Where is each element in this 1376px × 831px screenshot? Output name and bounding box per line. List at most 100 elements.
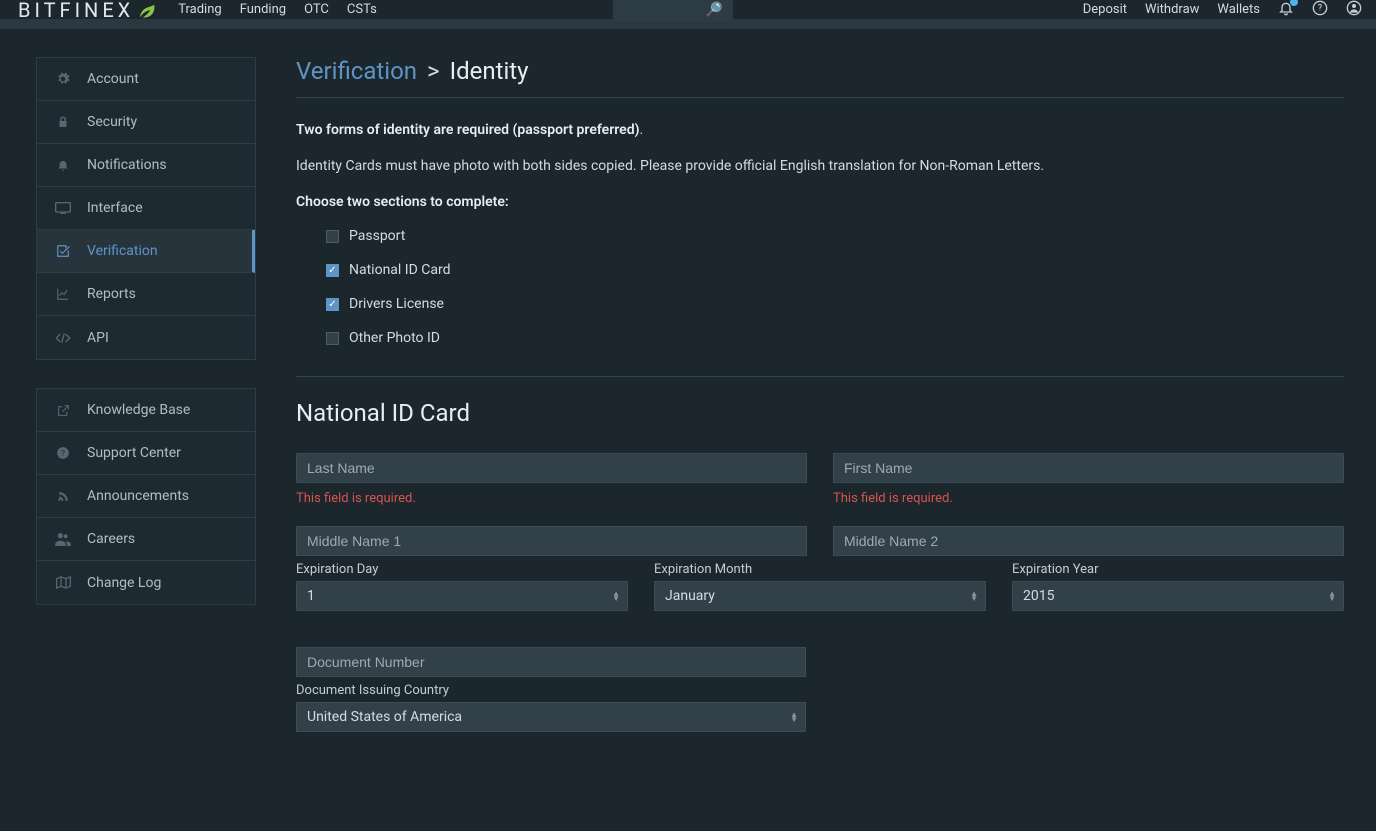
checkbox-passport[interactable] [326,230,339,243]
issuing-country-label: Document Issuing Country [296,683,806,698]
user-icon[interactable] [1346,0,1362,20]
sidebar-group-help: Knowledge Base ? Support Center Announce… [36,388,256,605]
breadcrumb-separator: > [427,57,440,85]
sidebar-item-announcements[interactable]: Announcements [37,475,255,518]
sidebar-item-label: Support Center [87,445,181,461]
checkbox-label: Drivers License [349,296,444,312]
sidebar-item-label: Announcements [87,488,189,504]
search-icon: 🔍 [705,2,722,18]
exp-year-label: Expiration Year [1012,562,1344,577]
select-arrows-icon: ▲▼ [1328,591,1336,601]
notification-dot-icon [1290,0,1298,6]
sidebar-item-label: Careers [87,531,135,547]
id-type-checklist: Passport ✓ National ID Card ✓ Drivers Li… [296,228,1344,346]
info-line-2: Identity Cards must have photo with both… [296,158,1344,174]
check-square-icon [55,244,71,258]
checkbox-other-id[interactable] [326,332,339,345]
select-arrows-icon: ▲▼ [612,591,620,601]
document-number-field[interactable] [296,647,806,677]
middle-name-2-field[interactable] [833,526,1344,556]
exp-day-select[interactable]: 1 ▲▼ [296,581,628,611]
monitor-icon [55,202,71,214]
main-content: Verification > Identity Two forms of ide… [296,57,1362,732]
sidebar-item-reports[interactable]: Reports [37,273,255,316]
header: BITFINEX Trading Funding OTC CSTs 🔍 Depo… [0,0,1376,29]
middle-name-1-field[interactable] [296,526,807,556]
last-name-error: This field is required. [296,491,807,506]
right-nav: Deposit Withdraw Wallets [1083,0,1362,20]
breadcrumb-current: Identity [450,57,529,85]
exp-year-select[interactable]: 2015 ▲▼ [1012,581,1344,611]
divider [296,376,1344,377]
sidebar: Account Security Notifications Interface [36,57,256,732]
sidebar-item-label: Change Log [87,575,161,591]
form-heading: National ID Card [296,399,1344,427]
nav-withdraw[interactable]: Withdraw [1145,2,1199,17]
choose-label: Choose two sections to complete: [296,194,1344,210]
info-line-1: Two forms of identity are required (pass… [296,122,1344,138]
chart-line-icon [55,287,71,301]
page-title: Verification > Identity [296,57,1344,85]
nav-otc[interactable]: OTC [304,2,329,17]
nav-funding[interactable]: Funding [240,2,286,17]
nav-csts[interactable]: CSTs [347,2,377,17]
checkbox-row-national-id[interactable]: ✓ National ID Card [326,262,1344,278]
sidebar-item-label: API [87,330,109,346]
exp-day-label: Expiration Day [296,562,628,577]
sidebar-item-careers[interactable]: Careers [37,518,255,561]
checkbox-row-other-id[interactable]: Other Photo ID [326,330,1344,346]
sidebar-item-label: Interface [87,200,143,216]
brand-text: BITFINEX [18,0,134,22]
lock-icon [55,115,71,129]
checkbox-row-drivers-license[interactable]: ✓ Drivers License [326,296,1344,312]
nav-wallets[interactable]: Wallets [1217,2,1260,17]
sidebar-item-account[interactable]: Account [37,58,255,101]
help-icon[interactable] [1312,0,1328,20]
sidebar-item-label: Verification [87,243,158,259]
checkbox-label: Other Photo ID [349,330,440,346]
nav-trading[interactable]: Trading [178,2,221,17]
divider [296,97,1344,98]
sidebar-item-interface[interactable]: Interface [37,187,255,230]
sidebar-item-notifications[interactable]: Notifications [37,144,255,187]
sidebar-item-verification[interactable]: Verification [37,230,255,273]
bell-icon [55,158,71,172]
gear-icon [55,72,71,86]
rss-icon [55,490,71,503]
sidebar-item-label: Reports [87,286,136,302]
checkbox-label: Passport [349,228,405,244]
search-input[interactable]: 🔍 [613,0,733,22]
question-circle-icon: ? [55,446,71,460]
sidebar-item-label: Security [87,114,137,130]
sidebar-item-label: Account [87,71,139,87]
sidebar-item-support-center[interactable]: ? Support Center [37,432,255,475]
map-icon [55,576,71,589]
checkbox-drivers-license[interactable]: ✓ [326,298,339,311]
sidebar-item-label: Knowledge Base [87,402,190,418]
users-icon [55,533,71,546]
brand-logo[interactable]: BITFINEX [18,0,156,22]
select-arrows-icon: ▲▼ [970,591,978,601]
svg-text:?: ? [61,448,65,458]
checkbox-row-passport[interactable]: Passport [326,228,1344,244]
sidebar-item-knowledge-base[interactable]: Knowledge Base [37,389,255,432]
leaf-icon [136,0,156,20]
sidebar-item-change-log[interactable]: Change Log [37,561,255,604]
exp-month-select[interactable]: January ▲▼ [654,581,986,611]
sidebar-group-main: Account Security Notifications Interface [36,57,256,360]
sidebar-item-security[interactable]: Security [37,101,255,144]
primary-nav: Trading Funding OTC CSTs [178,2,377,17]
last-name-field[interactable] [296,453,807,483]
select-arrows-icon: ▲▼ [790,712,798,722]
checkbox-label: National ID Card [349,262,451,278]
checkbox-national-id[interactable]: ✓ [326,264,339,277]
exp-month-label: Expiration Month [654,562,986,577]
sidebar-item-api[interactable]: API [37,316,255,359]
sidebar-item-label: Notifications [87,157,167,173]
issuing-country-select[interactable]: United States of America ▲▼ [296,702,806,732]
first-name-error: This field is required. [833,491,1344,506]
nav-deposit[interactable]: Deposit [1083,2,1127,17]
first-name-field[interactable] [833,453,1344,483]
breadcrumb-verification[interactable]: Verification [296,57,417,85]
notification-bell-icon[interactable] [1278,0,1294,20]
